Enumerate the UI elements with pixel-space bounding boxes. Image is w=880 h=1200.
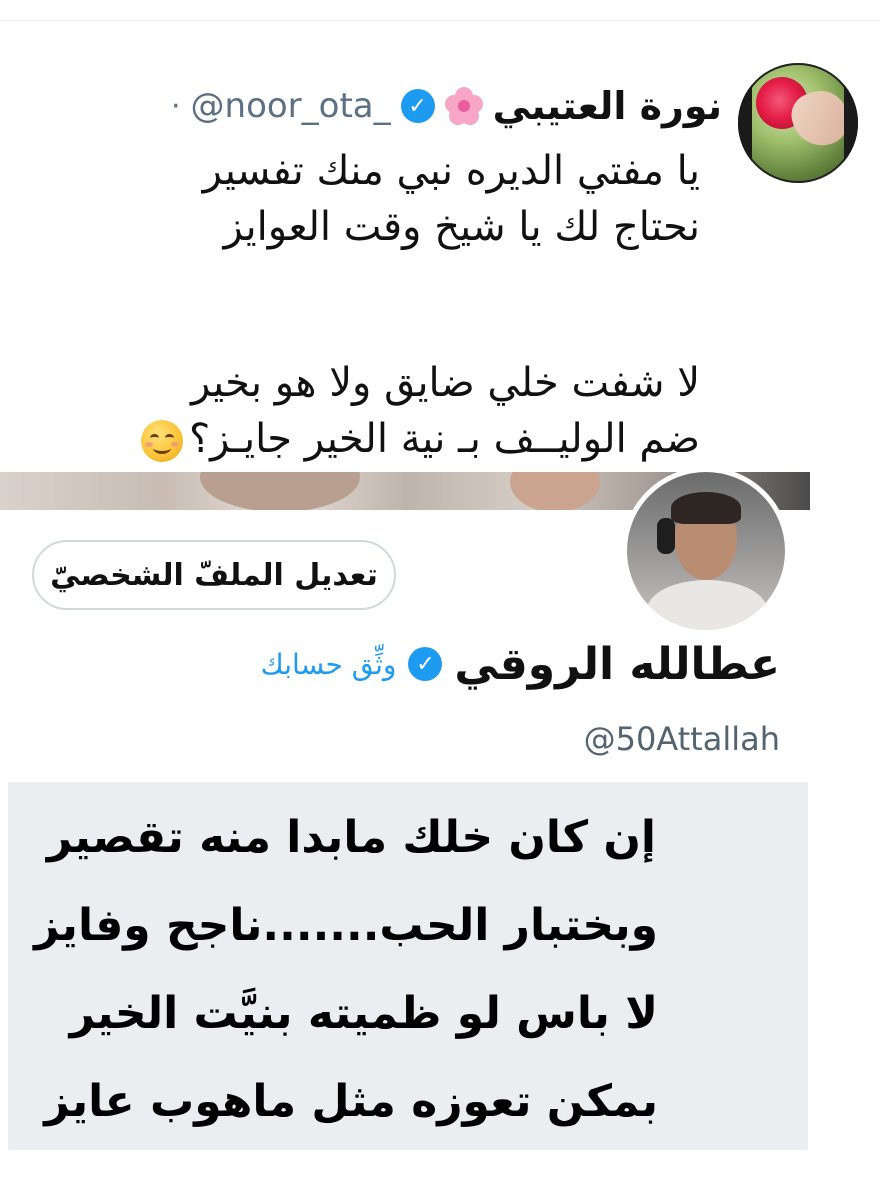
profile-avatar[interactable] — [622, 467, 790, 635]
smiling-face-emoji-icon — [140, 420, 183, 462]
poem-image: إن كان خلك مابدا منه تقصير وبختبار الحب.… — [8, 782, 808, 1150]
poem-line: بمكن تعوزه مثل ماهوب عايز — [44, 1076, 658, 1127]
profile-handle: @50Attallah — [583, 720, 780, 758]
tweet-text: يا مفتي الديره نبي منك تفسير نحتاج لك يا… — [20, 143, 700, 467]
verified-badge-icon: ✓ — [408, 647, 443, 681]
tweet-line-gap — [20, 255, 700, 355]
avatar[interactable] — [738, 63, 858, 183]
profile-name-row: عطالله الروقي ✓ وثِّق حسابك — [261, 634, 780, 694]
verify-account-link[interactable]: وثِّق حسابك — [261, 648, 397, 681]
verified-badge-icon: ✓ — [400, 89, 435, 123]
separator-dot: · — [170, 88, 181, 124]
tweet-line: ضم الوليــف بـ نية الخير جايـز؟ — [188, 416, 700, 462]
poem-line: إن كان خلك مابدا منه تقصير — [46, 812, 656, 863]
poem-line: وبختبار الحب.......ناجح وفايز — [34, 900, 658, 951]
tweet-line: لا شفت خلي ضايق ولا هو بخير — [190, 360, 700, 406]
profile-card: تعديل الملفّ الشخصيّ عطالله الروقي ✓ وثِ… — [0, 467, 810, 1152]
tweet-line: يا مفتي الديره نبي منك تفسير — [202, 148, 700, 194]
poem-line: لا باس لو ظميته بنيَّت الخير — [69, 988, 658, 1039]
profile-display-name: عطالله الروقي — [454, 638, 780, 690]
tweet-line: نحتاج لك يا شيخ وقت العوايز — [223, 204, 700, 250]
tweet-author-handle[interactable]: @noor_ota_ — [191, 86, 391, 126]
tweet-author-name[interactable]: نورة العتيبي — [493, 84, 722, 128]
cherry-blossom-emoji-icon — [444, 87, 483, 125]
edit-profile-button[interactable]: تعديل الملفّ الشخصيّ — [32, 540, 396, 610]
tweet-card[interactable]: نورة العتيبي ✓ @noor_ota_ · يا مفتي الدي… — [0, 20, 880, 473]
tweet-header: نورة العتيبي ✓ @noor_ota_ · — [171, 81, 722, 131]
tweet-line-last: ضم الوليــف بـ نية الخير جايـز؟ — [20, 411, 700, 467]
